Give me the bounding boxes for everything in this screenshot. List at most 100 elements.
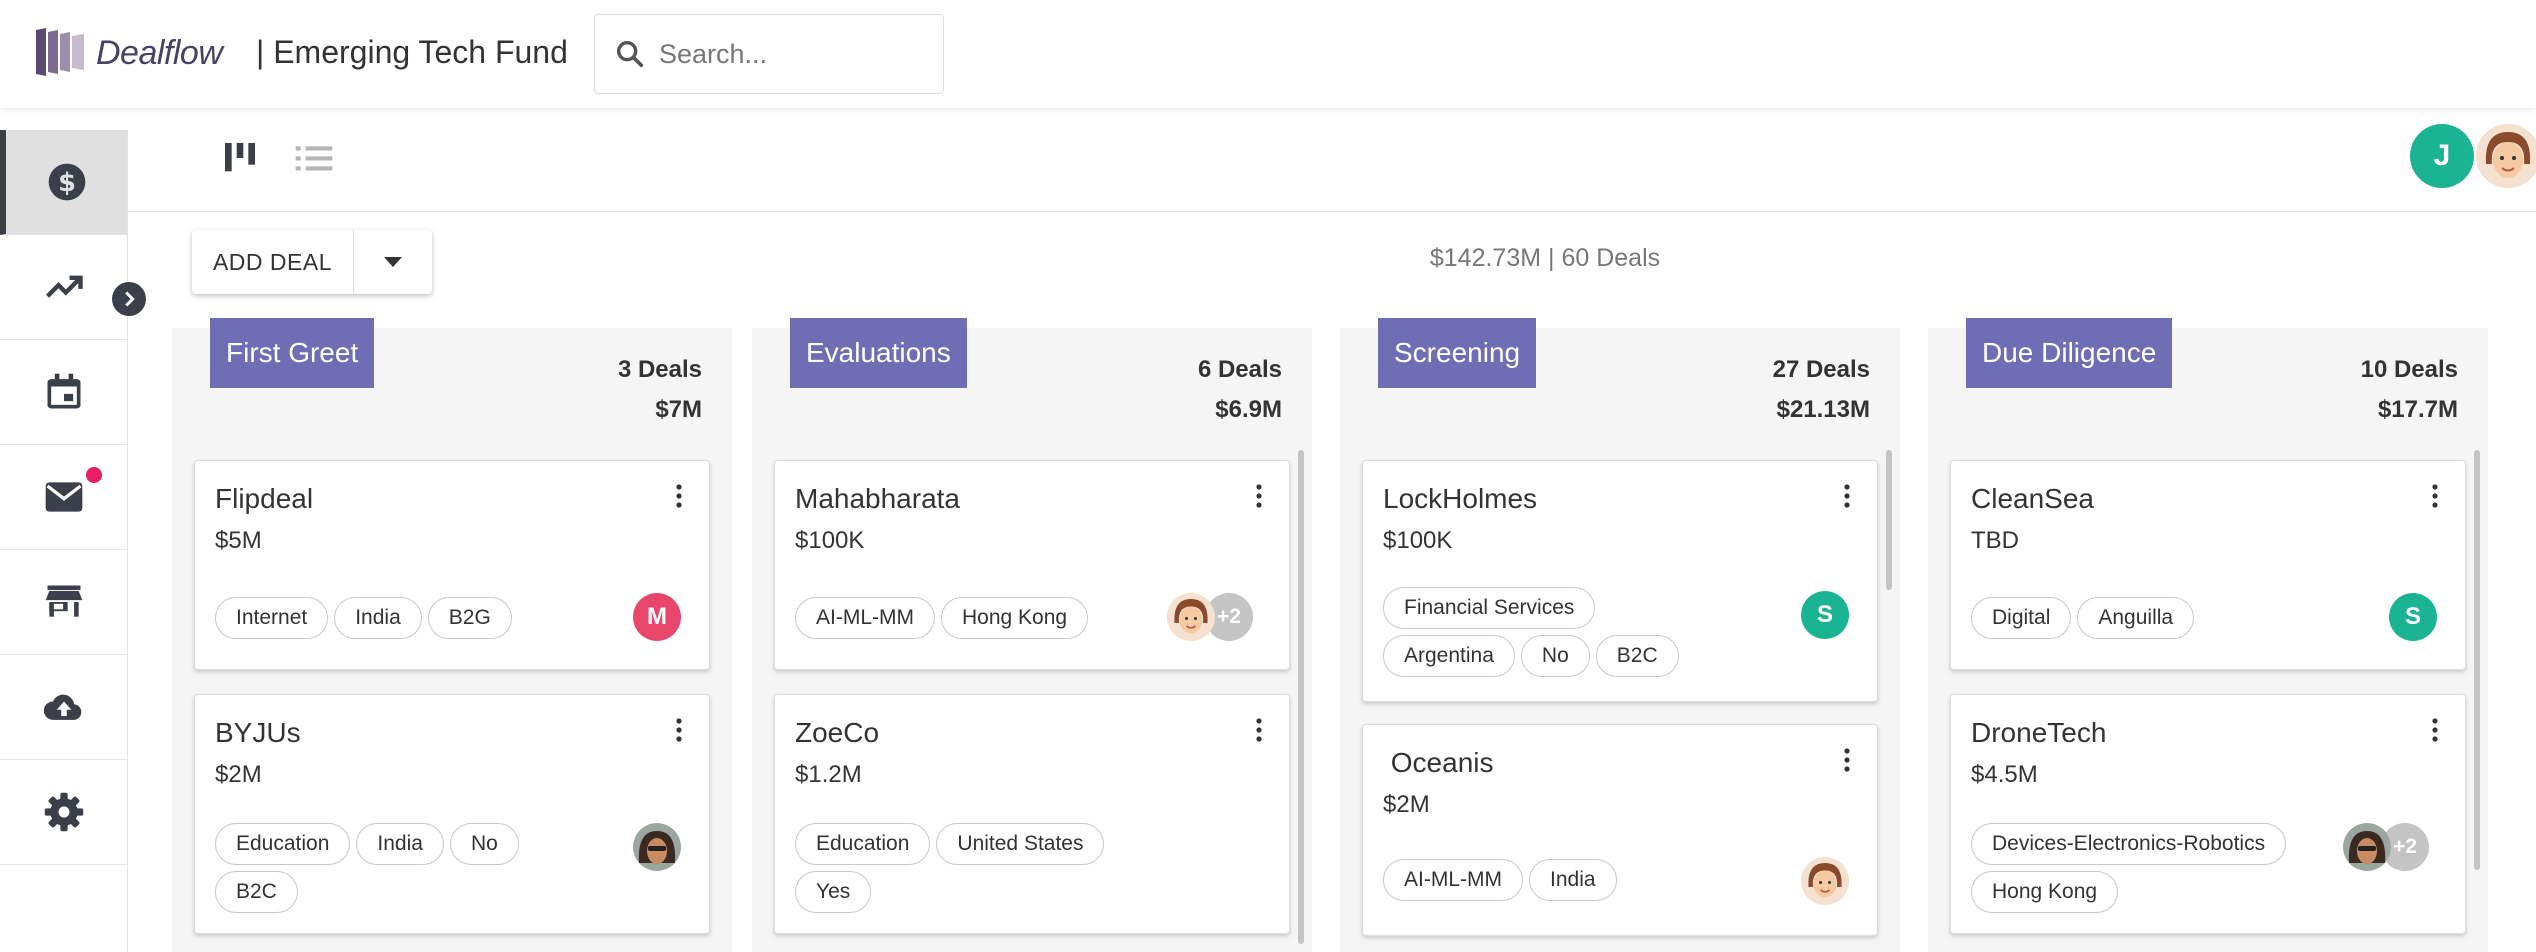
deal-card[interactable]: LockHolmes $100K Financial Services Arge… bbox=[1362, 460, 1878, 702]
dollar-circle-icon: $ bbox=[48, 163, 85, 201]
deal-amount: $5M bbox=[215, 527, 262, 554]
deal-tag[interactable]: Argentina bbox=[1383, 635, 1515, 677]
sidebar-item-analytics[interactable] bbox=[0, 235, 127, 340]
deal-owner-avatar[interactable] bbox=[633, 823, 681, 871]
more-vert-icon[interactable] bbox=[1841, 747, 1853, 773]
column-scrollbar[interactable] bbox=[1886, 450, 1892, 590]
list-view-icon[interactable] bbox=[292, 138, 336, 178]
user-avatar-j[interactable]: J bbox=[2410, 124, 2474, 188]
calendar-icon bbox=[47, 373, 80, 409]
deal-tag[interactable]: Anguilla bbox=[2077, 597, 2195, 639]
more-vert-icon[interactable] bbox=[1253, 483, 1265, 509]
deal-tag[interactable]: United States bbox=[936, 823, 1105, 865]
more-vert-icon[interactable] bbox=[1253, 717, 1265, 743]
top-bar: Dealflow | Emerging Tech Fund bbox=[0, 0, 2536, 108]
more-vert-icon[interactable] bbox=[2429, 483, 2441, 509]
column-deal-value: $7M bbox=[655, 396, 702, 423]
deal-tag[interactable]: Yes bbox=[795, 871, 872, 913]
deal-owner-avatar[interactable] bbox=[1801, 857, 1849, 905]
deal-card[interactable]: BYJUs $2M Education India No B2C bbox=[194, 694, 710, 934]
deal-card[interactable]: ZoeCo $1.2M Education United States Yes bbox=[774, 694, 1290, 934]
deal-tag[interactable]: No bbox=[1520, 635, 1590, 677]
pipeline-column-first-greet: First Greet 3 Deals $7M Flipdeal $5M Int… bbox=[172, 318, 732, 952]
deal-owner-avatar[interactable]: S bbox=[2389, 593, 2437, 641]
more-vert-icon[interactable] bbox=[2429, 717, 2441, 743]
sidebar-item-mail[interactable] bbox=[0, 445, 127, 550]
deal-tag[interactable]: Education bbox=[795, 823, 931, 865]
deal-tag[interactable]: B2C bbox=[215, 871, 298, 913]
deal-tag[interactable]: B2C bbox=[1595, 635, 1679, 677]
column-title: Evaluations bbox=[790, 318, 967, 388]
deal-tag[interactable]: Internet bbox=[215, 597, 329, 639]
avatar-face-icon bbox=[2476, 124, 2536, 188]
deal-owner-avatar[interactable]: S bbox=[1801, 591, 1849, 639]
deal-tags: Education India No B2C bbox=[215, 823, 555, 913]
avatar-photo-icon bbox=[2343, 823, 2391, 871]
deal-tag[interactable]: No bbox=[449, 823, 519, 865]
sidebar-item-settings[interactable] bbox=[0, 760, 127, 865]
chevron-right-icon bbox=[125, 291, 135, 307]
deal-amount: $100K bbox=[1383, 527, 1453, 554]
deal-amount: $1.2M bbox=[795, 761, 862, 788]
deal-tag[interactable]: India bbox=[334, 597, 422, 639]
deal-owner-avatar[interactable]: M bbox=[633, 593, 681, 641]
deal-owner-avatar[interactable] bbox=[1167, 593, 1215, 641]
sidebar-item-deals[interactable]: $ bbox=[0, 130, 127, 235]
deal-tag[interactable]: Hong Kong bbox=[941, 597, 1089, 639]
gear-icon bbox=[44, 792, 83, 832]
sidebar-item-upload[interactable] bbox=[0, 655, 127, 760]
deal-name: Flipdeal bbox=[215, 483, 314, 514]
deal-card[interactable]: Oceanis $2M AI-ML-MM India bbox=[1362, 724, 1878, 936]
deal-tag[interactable]: India bbox=[356, 823, 444, 865]
deal-card[interactable]: Mahabharata $100K AI-ML-MM Hong Kong +2 bbox=[774, 460, 1290, 670]
deal-tag[interactable]: Devices-Electronics-Robotics bbox=[1971, 823, 2287, 865]
deal-tag[interactable]: India bbox=[1529, 859, 1617, 901]
sidebar-expand-button[interactable] bbox=[112, 282, 146, 316]
notification-dot bbox=[86, 467, 102, 483]
sidebar: $ bbox=[0, 130, 128, 952]
deal-card[interactable]: CleanSea TBD Digital Anguilla S bbox=[1950, 460, 2466, 670]
deal-tag[interactable]: Hong Kong bbox=[1971, 871, 2119, 913]
column-deal-value: $17.7M bbox=[2377, 396, 2458, 423]
search-box[interactable] bbox=[594, 14, 944, 94]
deal-tag[interactable]: Financial Services bbox=[1383, 587, 1596, 629]
deal-name: CleanSea bbox=[1971, 483, 2094, 514]
deal-name: LockHolmes bbox=[1383, 483, 1538, 514]
column-title: Screening bbox=[1378, 318, 1537, 388]
deal-tag[interactable]: Education bbox=[215, 823, 351, 865]
search-input[interactable] bbox=[659, 38, 919, 70]
add-deal-dropdown-button[interactable] bbox=[354, 230, 432, 294]
deal-owner-avatar[interactable] bbox=[2343, 823, 2391, 871]
column-title: Due Diligence bbox=[1966, 318, 2173, 388]
deal-tag[interactable]: AI-ML-MM bbox=[795, 597, 935, 639]
deal-amount: $2M bbox=[215, 761, 262, 788]
brand-name[interactable]: Dealflow bbox=[96, 34, 223, 73]
more-vert-icon[interactable] bbox=[1841, 483, 1853, 509]
search-icon bbox=[616, 40, 644, 68]
deal-tags: AI-ML-MM Hong Kong bbox=[795, 597, 1195, 639]
sidebar-item-store[interactable] bbox=[0, 550, 127, 655]
more-vert-icon[interactable] bbox=[673, 717, 685, 743]
deal-tag[interactable]: B2G bbox=[427, 597, 512, 639]
column-deal-count: 27 Deals bbox=[1772, 356, 1870, 383]
sidebar-item-calendar[interactable] bbox=[0, 340, 127, 445]
deal-amount: TBD bbox=[1971, 527, 2019, 554]
cloud-upload-icon bbox=[43, 694, 81, 720]
column-scrollbar[interactable] bbox=[1298, 450, 1304, 944]
avatar-face-icon bbox=[1167, 593, 1215, 641]
pipeline-column-screening: Screening 27 Deals $21.13M LockHolmes $1… bbox=[1340, 318, 1900, 952]
column-deal-count: 10 Deals bbox=[2360, 356, 2458, 383]
deal-card[interactable]: DroneTech $4.5M Devices-Electronics-Robo… bbox=[1950, 694, 2466, 934]
more-vert-icon[interactable] bbox=[673, 483, 685, 509]
deal-card[interactable]: Flipdeal $5M Internet India B2G M bbox=[194, 460, 710, 670]
user-avatar-photo[interactable] bbox=[2476, 124, 2536, 188]
column-scrollbar[interactable] bbox=[2474, 450, 2480, 870]
deal-tag[interactable]: AI-ML-MM bbox=[1383, 859, 1523, 901]
dealflow-logo-icon[interactable] bbox=[34, 26, 90, 78]
deal-tag[interactable]: Digital bbox=[1971, 597, 2072, 639]
kanban-view-icon[interactable] bbox=[220, 138, 260, 178]
add-deal-button[interactable]: ADD DEAL bbox=[192, 230, 354, 294]
view-toolbar bbox=[128, 108, 2536, 212]
deal-name: Mahabharata bbox=[795, 483, 961, 514]
avatar-face-icon bbox=[1801, 857, 1849, 905]
